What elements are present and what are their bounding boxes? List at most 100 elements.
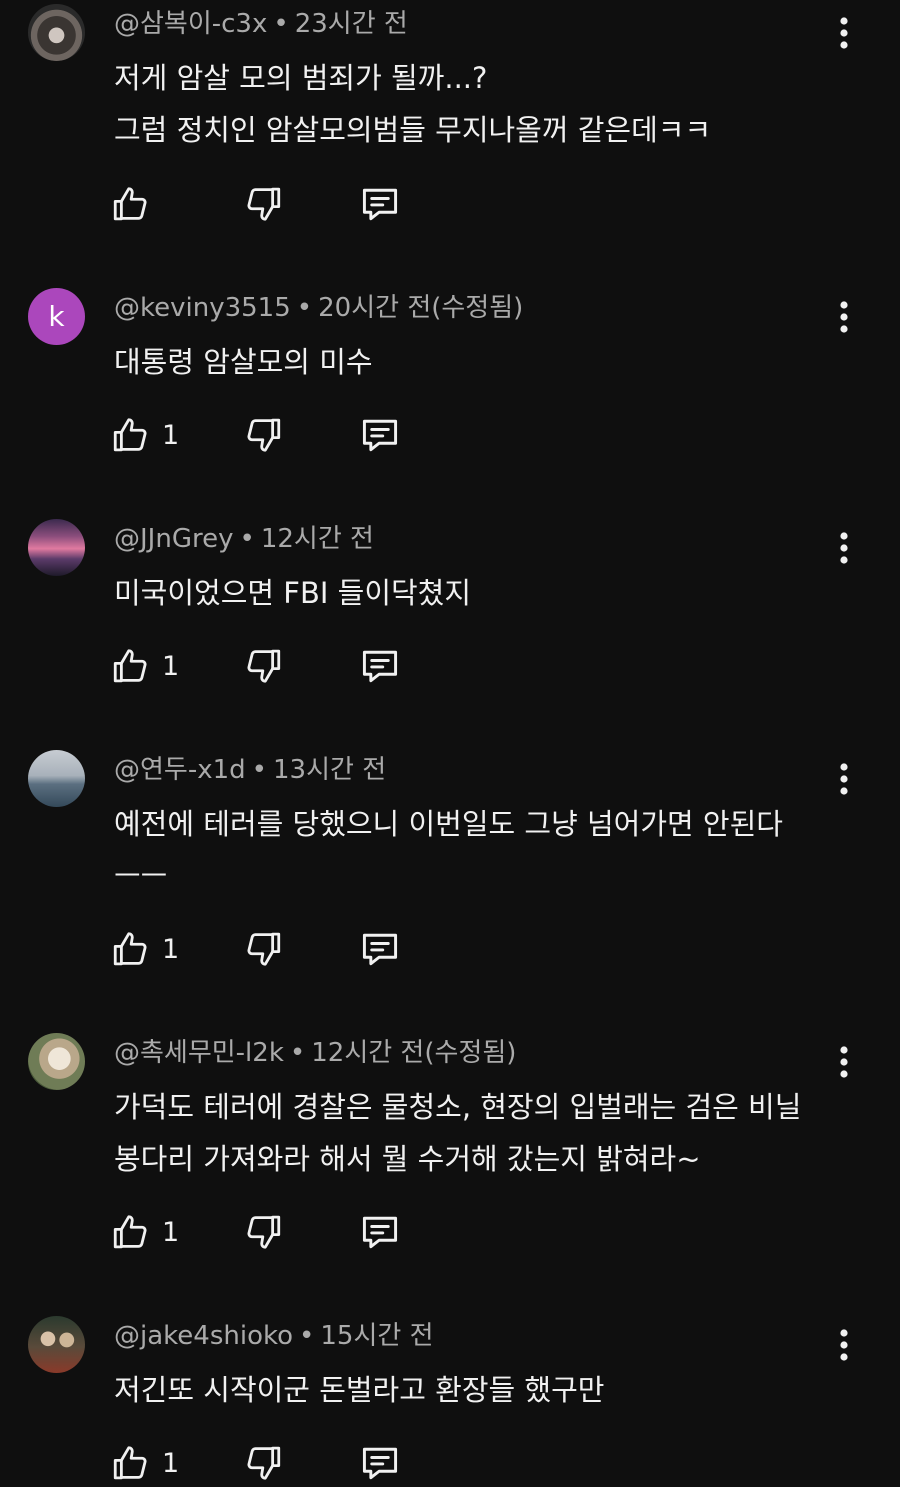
like-count: 1 — [162, 650, 180, 682]
comment-author[interactable]: @삼복이-c3x — [114, 9, 267, 39]
reply-button[interactable] — [358, 1208, 402, 1256]
thumbs-up-icon — [113, 187, 147, 221]
comment-text: 가덕도 테러에 경찰은 물청소, 현장의 입벌래는 검은 비닐 봉다리 가져와라… — [114, 1081, 844, 1185]
comment-author[interactable]: @연두-x1d — [114, 755, 246, 785]
like-button[interactable] — [110, 180, 162, 228]
comment-text: 저긴또 시작이군 돈벌라고 환장들 했구만 — [114, 1364, 844, 1416]
reply-button[interactable] — [358, 1439, 402, 1487]
more-actions-button[interactable] — [826, 292, 862, 342]
more-vert-icon — [840, 1046, 848, 1078]
thumbs-down-icon — [247, 418, 281, 452]
comment-meta: @삼복이-c3x • 23시간 전 — [114, 4, 408, 44]
comment-text-line: 대통령 암살모의 미수 — [114, 345, 373, 379]
comment-text-line: 저긴또 시작이군 돈벌라고 환장들 했구만 — [114, 1373, 605, 1407]
comment-text-line: ㅡㅡ — [114, 859, 168, 893]
avatar[interactable] — [28, 4, 85, 61]
like-count: 1 — [162, 419, 180, 451]
reply-icon — [362, 933, 398, 966]
dislike-button[interactable] — [242, 925, 284, 973]
dislike-button[interactable] — [242, 642, 284, 690]
comment-author[interactable]: @jake4shioko — [114, 1321, 293, 1351]
comment-meta: @JJnGrey • 12시간 전 — [114, 519, 374, 559]
dislike-button[interactable] — [242, 180, 284, 228]
avatar-letter: k — [48, 300, 65, 333]
thumbs-up-icon — [113, 418, 147, 452]
more-vert-icon — [840, 1329, 848, 1361]
reply-icon — [362, 188, 398, 221]
comment-text: 대통령 암살모의 미수 — [114, 336, 844, 388]
thumbs-up-icon — [113, 1215, 147, 1249]
more-vert-icon — [840, 17, 848, 49]
like-count: 1 — [162, 1216, 180, 1248]
comment-text-line: 가덕도 테러에 경찰은 물청소, 현장의 입벌래는 검은 비닐 — [114, 1090, 802, 1124]
avatar[interactable] — [28, 519, 85, 576]
comment-text: 미국이었으면 FBI 들이닥쳤지 — [114, 567, 844, 619]
comment-text: 저게 암살 모의 범죄가 될까...? 그럼 정치인 암살모의범들 무지나올꺼 … — [114, 52, 844, 156]
separator-dot: • — [296, 293, 313, 323]
comment-author[interactable]: @촉세무민-l2k — [114, 1038, 284, 1068]
comment-text-line: 그럼 정치인 암살모의범들 무지나올꺼 같은데ㅋㅋ — [114, 113, 712, 147]
like-button[interactable]: 1 — [110, 1208, 179, 1256]
reply-icon — [362, 1216, 398, 1249]
reply-button[interactable] — [358, 180, 402, 228]
comment-text: 예전에 테러를 당했으니 이번일도 그냥 넘어가면 안된다 ㅡㅡ — [114, 798, 844, 902]
comment-time[interactable]: 12시간 전 — [261, 524, 374, 554]
comment-text-line: 예전에 테러를 당했으니 이번일도 그냥 넘어가면 안된다 — [114, 807, 783, 841]
thumbs-up-icon — [113, 649, 147, 683]
comment-actions: 1 — [110, 411, 430, 459]
more-actions-button[interactable] — [826, 523, 862, 573]
dislike-button[interactable] — [242, 411, 284, 459]
more-vert-icon — [840, 763, 848, 795]
comment-actions — [110, 180, 430, 228]
more-actions-button[interactable] — [826, 1037, 862, 1087]
reply-button[interactable] — [358, 642, 402, 690]
separator-dot: • — [273, 9, 289, 39]
comment-actions: 1 — [110, 925, 430, 973]
more-vert-icon — [840, 532, 848, 564]
avatar[interactable] — [28, 1033, 85, 1090]
thumbs-down-icon — [247, 187, 281, 221]
avatar[interactable]: k — [28, 288, 85, 345]
reply-button[interactable] — [358, 411, 402, 459]
comment-time[interactable]: 13시간 전 — [273, 755, 386, 785]
comment-meta: @jake4shioko • 15시간 전 — [114, 1316, 433, 1356]
comment-meta: @촉세무민-l2k • 12시간 전(수정됨) — [114, 1033, 516, 1073]
like-count: 1 — [162, 933, 180, 965]
avatar[interactable] — [28, 1316, 85, 1373]
comment-meta: @keviny3515 • 20시간 전(수정됨) — [114, 288, 523, 328]
thumbs-down-icon — [247, 1446, 281, 1480]
more-actions-button[interactable] — [826, 8, 862, 58]
comment-actions: 1 — [110, 1208, 430, 1256]
reply-icon — [362, 1447, 398, 1480]
like-button[interactable]: 1 — [110, 411, 179, 459]
avatar[interactable] — [28, 750, 85, 807]
thumbs-down-icon — [247, 932, 281, 966]
comment-actions: 1 — [110, 1439, 430, 1487]
separator-dot: • — [289, 1038, 306, 1068]
reply-button[interactable] — [358, 925, 402, 973]
separator-dot: • — [251, 755, 267, 785]
thumbs-up-icon — [113, 932, 147, 966]
more-actions-button[interactable] — [826, 754, 862, 804]
comment-text-line: 미국이었으면 FBI 들이닥쳤지 — [114, 576, 472, 610]
like-button[interactable]: 1 — [110, 642, 179, 690]
comment-actions: 1 — [110, 642, 430, 690]
dislike-button[interactable] — [242, 1208, 284, 1256]
separator-dot: • — [299, 1321, 315, 1351]
more-actions-button[interactable] — [826, 1320, 862, 1370]
comment-author[interactable]: @JJnGrey — [114, 524, 233, 554]
dislike-button[interactable] — [242, 1439, 284, 1487]
like-button[interactable]: 1 — [110, 1439, 179, 1487]
comment-time[interactable]: 23시간 전 — [295, 9, 408, 39]
comment-author[interactable]: @keviny3515 — [114, 293, 291, 323]
more-vert-icon — [840, 301, 848, 333]
comment-text-line: 봉다리 가져와라 해서 뭘 수거해 갔는지 밝혀라~ — [114, 1142, 701, 1176]
thumbs-up-icon — [113, 1446, 147, 1480]
like-count: 1 — [162, 1447, 180, 1479]
like-button[interactable]: 1 — [110, 925, 179, 973]
comment-time[interactable]: 20시간 전(수정됨) — [318, 293, 523, 323]
comment-time[interactable]: 12시간 전(수정됨) — [311, 1038, 516, 1068]
reply-icon — [362, 419, 398, 452]
comment-time[interactable]: 15시간 전 — [320, 1321, 433, 1351]
separator-dot: • — [239, 524, 255, 554]
